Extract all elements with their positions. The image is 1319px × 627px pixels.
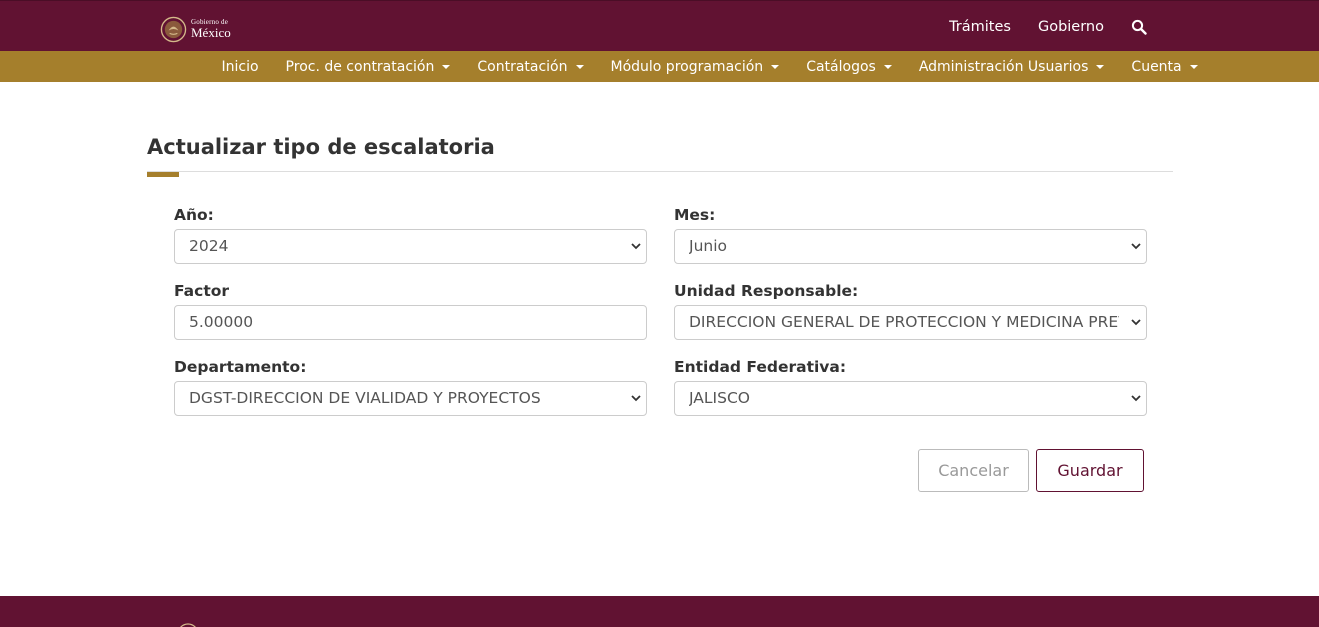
factor-field: Factor 5.00000	[174, 281, 647, 340]
anio-select[interactable]: 2024	[174, 229, 647, 264]
nav-label: Catálogos	[806, 58, 876, 75]
link-tramites[interactable]: Trámites	[949, 19, 1011, 35]
mes-value: Junio	[689, 237, 728, 255]
nav-label: Administración Usuarios	[918, 58, 1089, 75]
unidad-responsable-label: Unidad Responsable:	[674, 282, 859, 300]
caret-down-icon	[1189, 64, 1198, 69]
caret-down-icon	[442, 64, 451, 69]
logo-big-text: México	[191, 25, 231, 40]
nav-label: Contratación	[477, 58, 568, 75]
chevron-down-icon	[631, 395, 641, 402]
anio-value: 2024	[189, 237, 229, 255]
entidad-federativa-select[interactable]: JALISCO	[674, 381, 1147, 416]
nav-label: Cuenta	[1131, 58, 1182, 75]
unidad-responsable-value: DIRECCION GENERAL DE PROTECCION Y MEDICI…	[689, 313, 1119, 331]
footer-logo-icon	[180, 623, 196, 627]
factor-label: Factor	[174, 282, 230, 300]
main-navbar: Inicio Proc. de contratación Contratació…	[0, 51, 1319, 82]
nav-label: Proc. de contratación	[285, 58, 435, 75]
cancel-button-label: Cancelar	[938, 461, 1009, 480]
factor-input[interactable]: 5.00000	[174, 305, 647, 340]
departamento-value: DGST-DIRECCION DE VIALIDAD Y PROYECTOS	[189, 389, 541, 407]
cancel-button[interactable]: Cancelar	[918, 449, 1029, 492]
search-icon[interactable]	[1131, 19, 1147, 35]
gobierno-mexico-logo[interactable]: Gobierno de México	[160, 15, 231, 43]
unidad-responsable-field: Unidad Responsable: DIRECCION GENERAL DE…	[674, 281, 1147, 340]
mes-label: Mes:	[674, 206, 716, 224]
nav-item-modulo-programacion[interactable]: Módulo programación	[597, 59, 793, 75]
caret-down-icon	[575, 64, 584, 69]
top-header: Gobierno de México Trámites Gobierno	[0, 0, 1319, 51]
caret-down-icon	[771, 64, 780, 69]
anio-label: Año:	[174, 206, 214, 224]
entidad-federativa-field: Entidad Federativa: JALISCO	[674, 357, 1147, 416]
entidad-federativa-label: Entidad Federativa:	[674, 358, 847, 376]
nav-item-inicio[interactable]: Inicio	[208, 59, 272, 75]
link-gobierno[interactable]: Gobierno	[1038, 19, 1104, 35]
save-button-label: Guardar	[1057, 461, 1123, 480]
coat-of-arms-icon	[160, 16, 187, 42]
caret-down-icon	[883, 64, 892, 69]
page-title: Actualizar tipo de escalatoria	[147, 135, 495, 159]
chevron-down-icon	[1131, 395, 1141, 402]
nav-label: Módulo programación	[610, 58, 764, 75]
title-accent-bar	[147, 172, 179, 177]
nav-item-administracion-usuarios[interactable]: Administración Usuarios	[905, 59, 1118, 75]
nav-label: Inicio	[221, 58, 259, 75]
departamento-select[interactable]: DGST-DIRECCION DE VIALIDAD Y PROYECTOS	[174, 381, 647, 416]
departamento-label: Departamento:	[174, 358, 307, 376]
title-divider	[147, 171, 1173, 172]
chevron-down-icon	[1131, 319, 1141, 326]
chevron-down-icon	[1131, 243, 1141, 250]
nav-item-cuenta[interactable]: Cuenta	[1118, 59, 1211, 75]
nav-item-catalogos[interactable]: Catálogos	[793, 59, 906, 75]
mes-select[interactable]: Junio	[674, 229, 1147, 264]
page-footer	[0, 596, 1319, 627]
save-button[interactable]: Guardar	[1036, 449, 1144, 492]
anio-field: Año: 2024	[174, 205, 647, 264]
factor-value: 5.00000	[189, 313, 254, 331]
mes-field: Mes: Junio	[674, 205, 1147, 264]
chevron-down-icon	[631, 243, 641, 250]
unidad-responsable-select[interactable]: DIRECCION GENERAL DE PROTECCION Y MEDICI…	[674, 305, 1147, 340]
nav-item-proc-contratacion[interactable]: Proc. de contratación	[272, 59, 464, 75]
departamento-field: Departamento: DGST-DIRECCION DE VIALIDAD…	[174, 357, 647, 416]
nav-item-contratacion[interactable]: Contratación	[464, 59, 597, 75]
caret-down-icon	[1096, 64, 1105, 69]
entidad-federativa-value: JALISCO	[689, 389, 750, 407]
